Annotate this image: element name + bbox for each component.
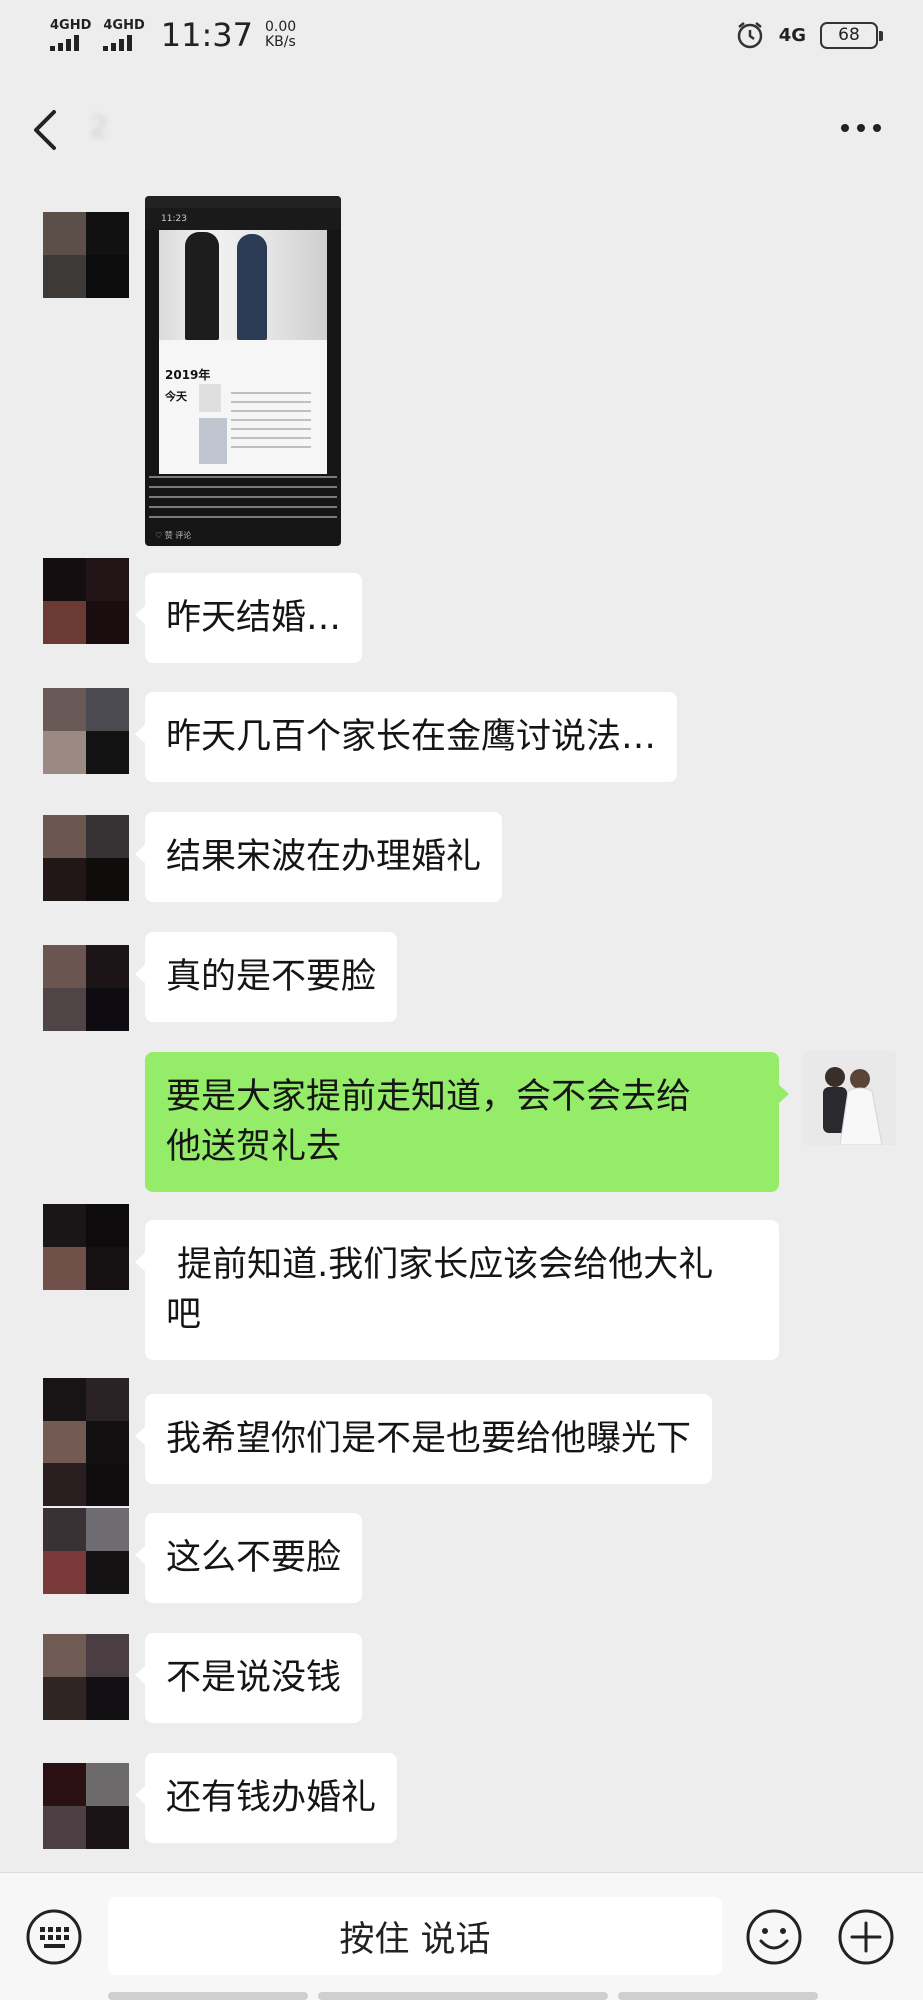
message-bubble[interactable]: 结果宋波在办理婚礼 (134, 812, 503, 902)
message-bubble[interactable]: 提前知道.我们家长应该会给他大礼 吧 (135, 1220, 779, 1360)
message-bubble[interactable]: 我希望你们是不是也要给他曝光下 (134, 1394, 713, 1484)
message-bubble[interactable]: 不是说没钱 (134, 1633, 363, 1723)
status-bar: 4GHD 4GHD 11:37 0.00 KB/s 4G 68 (0, 0, 923, 70)
image-year: 2019年 (165, 368, 211, 382)
title-bar: 2 (0, 90, 923, 166)
avatar[interactable] (43, 688, 129, 774)
signal-icon: 4GHD (103, 19, 145, 51)
wedding-photo-icon (802, 1051, 896, 1145)
input-bar: 按住 说话 (0, 1872, 923, 2000)
nav-indicator (618, 1992, 818, 2000)
image-today: 今天 (165, 390, 187, 403)
avatar[interactable] (43, 1204, 129, 1290)
nav-indicator (108, 1992, 308, 2000)
chat-title: 2 (90, 110, 108, 143)
status-time: 11:37 (160, 16, 253, 54)
avatar-self[interactable] (802, 1051, 896, 1145)
alarm-icon (737, 22, 762, 49)
battery-icon: 68 (820, 21, 883, 49)
message-bubble[interactable]: 昨天几百个家长在金鹰讨说法… (134, 692, 678, 782)
message-bubble-self[interactable]: 要是大家提前走知道，会不会去给 他送贺礼去 (145, 1052, 789, 1192)
avatar[interactable] (43, 1634, 129, 1720)
network-type: 4G (778, 24, 806, 46)
avatar[interactable] (43, 558, 129, 644)
message-bubble[interactable]: 昨天结婚… (134, 573, 363, 663)
more-dots-icon[interactable] (839, 118, 883, 138)
battery-level: 68 (838, 25, 860, 45)
image-message[interactable]: 11:23 2019年 今天 ♡ 赞 评论 (145, 196, 341, 546)
plus-icon[interactable] (836, 1907, 896, 1967)
chevron-left-icon[interactable] (28, 108, 64, 152)
avatar[interactable] (43, 1763, 129, 1849)
image-footer: ♡ 赞 评论 (155, 531, 192, 540)
keyboard-icon[interactable] (24, 1907, 84, 1967)
emoji-icon[interactable] (744, 1907, 804, 1967)
avatar[interactable] (43, 945, 129, 1031)
message-bubble[interactable]: 这么不要脸 (134, 1513, 363, 1603)
network-speed: 0.00 KB/s (265, 19, 297, 50)
signal-icon: 4GHD (50, 19, 91, 51)
message-bubble[interactable]: 还有钱办婚礼 (134, 1753, 398, 1843)
avatar[interactable] (43, 815, 129, 901)
image-header: 11:23 (145, 208, 341, 230)
message-bubble[interactable]: 真的是不要脸 (134, 932, 398, 1022)
avatar[interactable] (43, 212, 129, 298)
nav-indicator (318, 1992, 608, 2000)
avatar[interactable] (43, 1378, 129, 1506)
avatar[interactable] (43, 1508, 129, 1594)
hold-to-talk-button[interactable]: 按住 说话 (108, 1897, 722, 1975)
